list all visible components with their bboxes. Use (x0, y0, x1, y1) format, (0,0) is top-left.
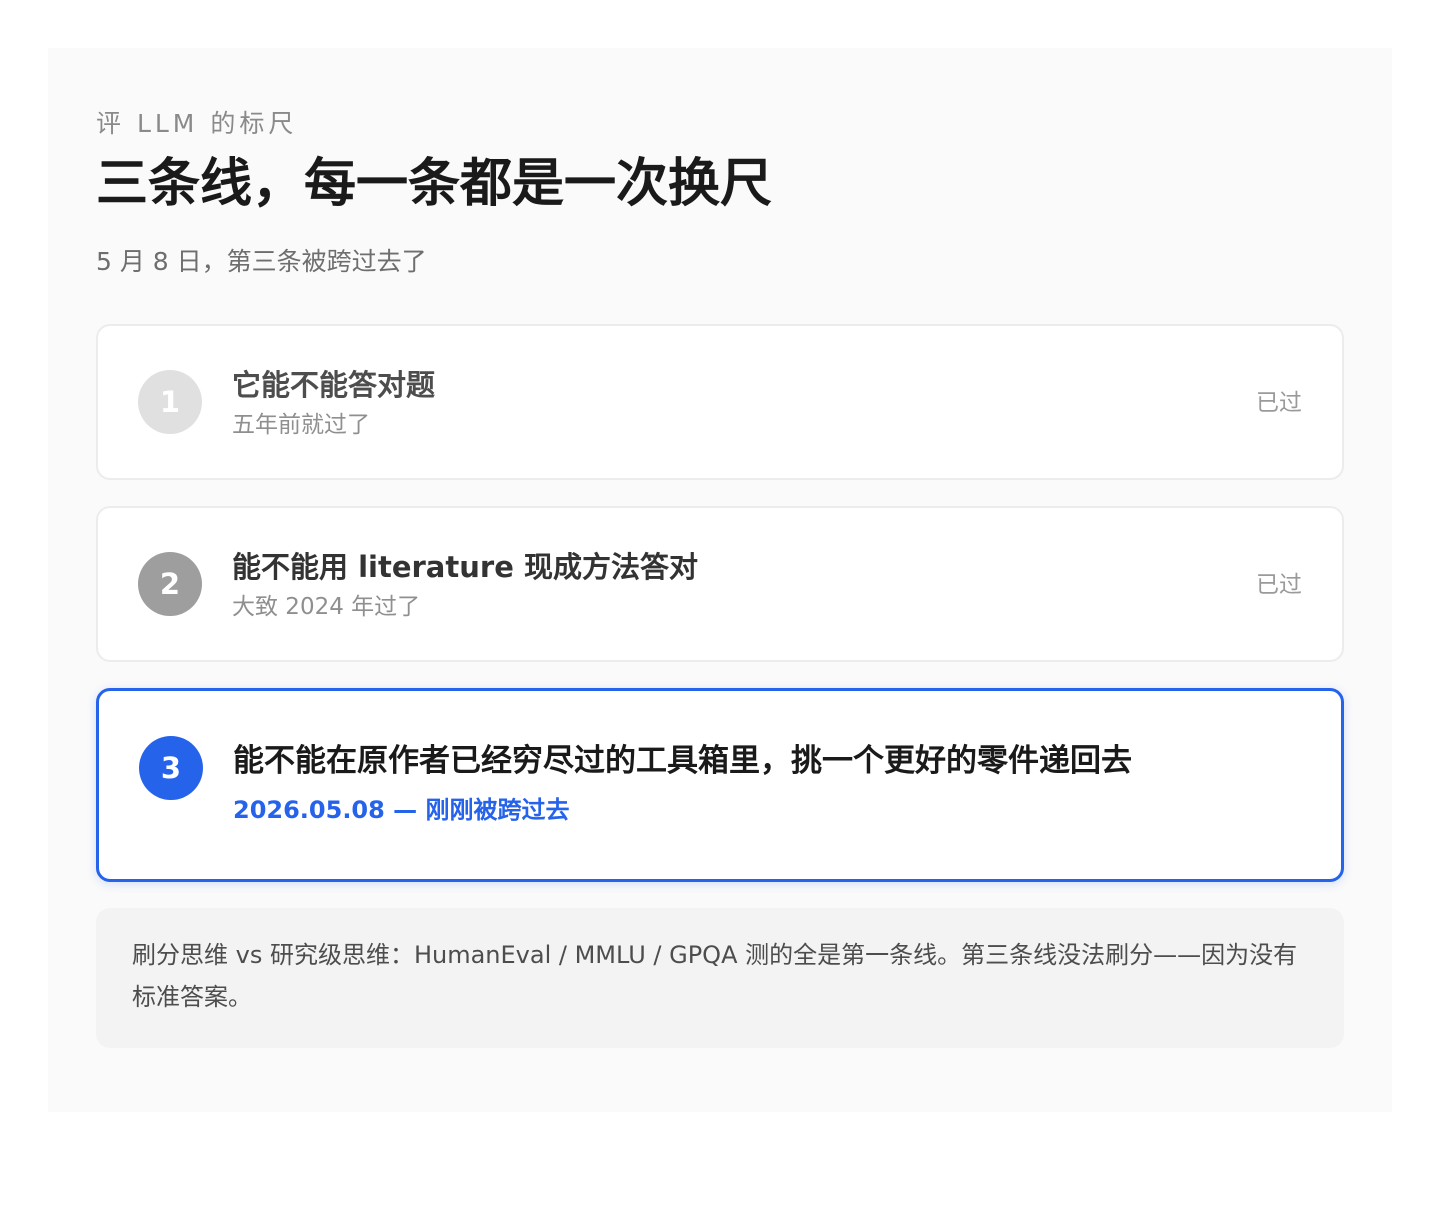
step-title: 它能不能答对题 (232, 368, 436, 402)
step-number-badge: 3 (139, 736, 203, 800)
step-body: 能不能在原作者已经穷尽过的工具箱里，挑一个更好的零件递回去 2026.05.08… (233, 742, 1132, 825)
step-number-badge: 2 (138, 552, 202, 616)
page-subtitle: 5 月 8 日，第三条被跨过去了 (96, 247, 427, 276)
step-card-3-current: 3 能不能在原作者已经穷尽过的工具箱里，挑一个更好的零件递回去 2026.05.… (96, 688, 1344, 882)
step-note: 大致 2024 年过了 (232, 594, 421, 620)
step-title: 能不能在原作者已经穷尽过的工具箱里，挑一个更好的零件递回去 (233, 743, 1132, 779)
step-status: 已过 (1256, 572, 1302, 598)
step-body: 能不能用 literature 现成方法答对 大致 2024 年过了 (232, 548, 698, 622)
step-card-1: 1 它能不能答对题 五年前就过了 已过 (96, 324, 1344, 480)
content-panel: 评 LLM 的标尺 三条线，每一条都是一次换尺 5 月 8 日，第三条被跨过去了… (48, 48, 1392, 1112)
callout-box: 刷分思维 vs 研究级思维：HumanEval / MMLU / GPQA 测的… (96, 908, 1344, 1048)
step-body: 它能不能答对题 五年前就过了 (232, 366, 435, 440)
step-card-2: 2 能不能用 literature 现成方法答对 大致 2024 年过了 已过 (96, 506, 1344, 662)
step-date-note: 2026.05.08 — 刚刚被跨过去 (233, 796, 570, 824)
page-title: 三条线，每一条都是一次换尺 (96, 154, 773, 214)
step-number-badge: 1 (138, 370, 202, 434)
step-note: 五年前就过了 (232, 412, 370, 438)
callout-text: 刷分思维 vs 研究级思维：HumanEval / MMLU / GPQA 测的… (132, 941, 1298, 1011)
step-status: 已过 (1256, 390, 1302, 416)
step-title: 能不能用 literature 现成方法答对 (232, 550, 698, 584)
eyebrow-label: 评 LLM 的标尺 (96, 109, 298, 138)
step-list: 1 它能不能答对题 五年前就过了 已过 2 能不能用 literature 现成… (96, 324, 1344, 882)
